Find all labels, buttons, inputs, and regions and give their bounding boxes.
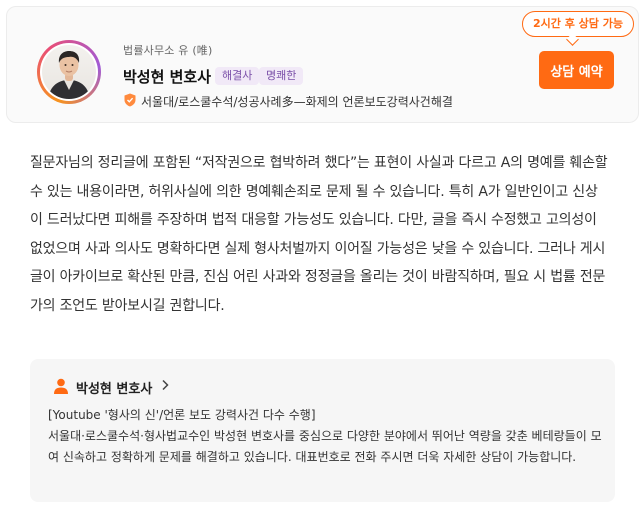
consult-reserve-button[interactable]: 상담 예약 xyxy=(539,51,614,89)
avatar-illustration xyxy=(48,51,90,99)
lawyer-credentials: 서울대/로스쿨수석/성공사례多—화제의 언론보도강력사건해결 xyxy=(141,95,453,109)
availability-bubble: 2시간 후 상담 가능 xyxy=(522,11,634,37)
law-firm-name: 법률사무소 유 (唯) xyxy=(123,44,213,57)
answer-text: 질문자님의 정리글에 포함된 “저작권으로 협박하려 했다”는 표현이 사실과 … xyxy=(30,155,608,314)
profile-description: 서울대·로스쿨수석·형사법교수인 박성현 변호사를 중심으로 다양한 분야에서 … xyxy=(48,429,602,464)
lawyer-name[interactable]: 박성현 변호사 xyxy=(123,66,211,87)
chevron-right-icon[interactable] xyxy=(160,378,170,392)
profile-lawyer-name[interactable]: 박성현 변호사 xyxy=(76,378,152,397)
lawyer-profile-box: 박성현 변호사 [Youtube '형사의 신'/언론 보도 강력사건 다수 수… xyxy=(30,359,615,502)
credential-badge-icon xyxy=(124,93,136,107)
avatar-photo xyxy=(42,45,96,99)
tag-troubleshooter: 해결사 xyxy=(215,67,260,85)
person-icon xyxy=(54,378,68,394)
lawyer-avatar[interactable] xyxy=(37,40,101,104)
profile-headline: [Youtube '형사의 신'/언론 보도 강력사건 다수 수행] xyxy=(48,408,316,422)
tag-clear: 명쾌한 xyxy=(259,67,304,85)
